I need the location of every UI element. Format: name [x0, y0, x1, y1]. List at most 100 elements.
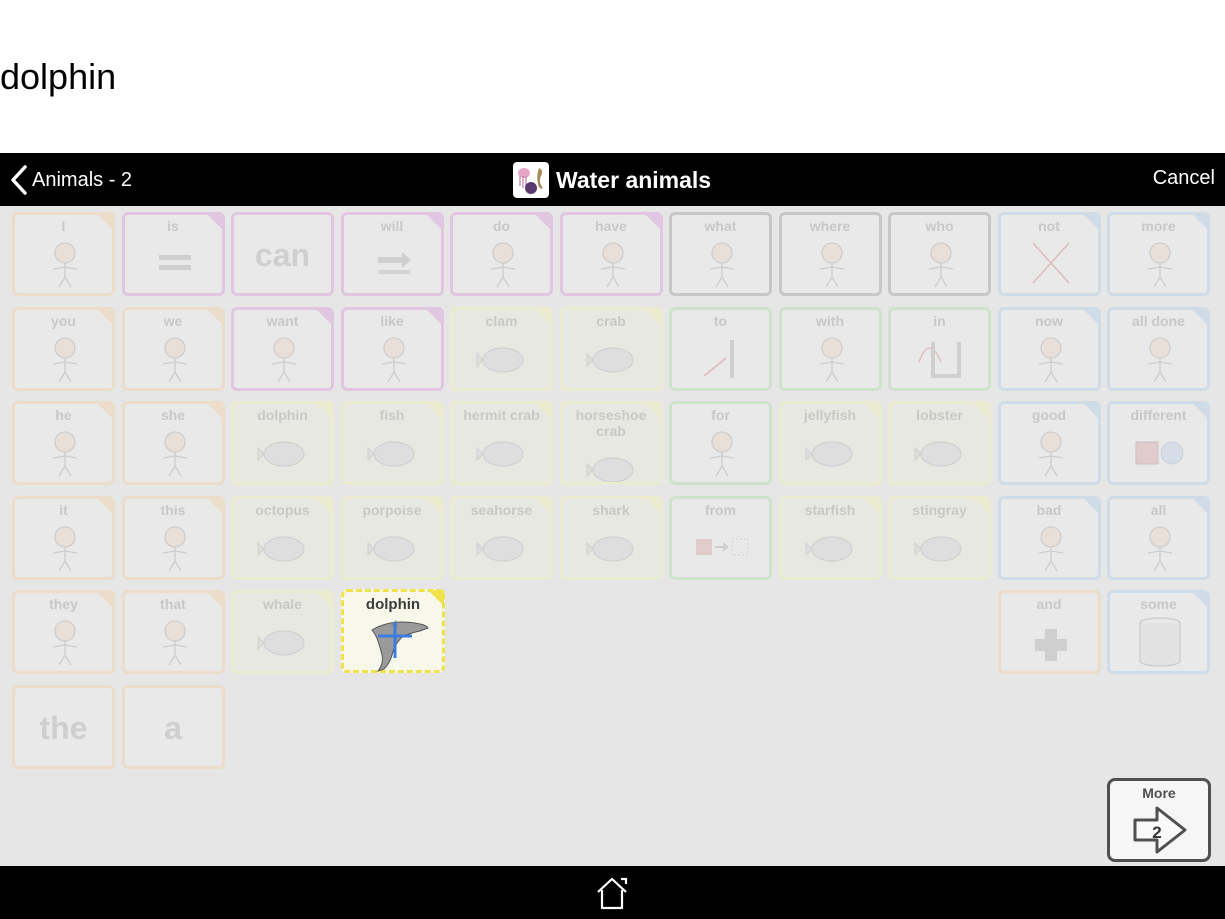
- equals-icon: [158, 255, 191, 270]
- tile-seahorse[interactable]: seahorse: [450, 495, 553, 580]
- tile-in[interactable]: in: [888, 306, 991, 391]
- tile-label: who: [925, 218, 954, 234]
- tile-octopus[interactable]: octopus: [231, 495, 334, 580]
- tile-will[interactable]: will: [340, 212, 444, 296]
- stingray-icon: [914, 535, 962, 562]
- tile-dolphin-selected[interactable]: dolphin: [341, 589, 445, 673]
- more-page-button[interactable]: More 2: [1107, 778, 1211, 862]
- person-thumbs-up-icon: [1038, 431, 1063, 477]
- hand-pointing-far-square-icon: [162, 620, 187, 666]
- tile-clam[interactable]: clam: [450, 306, 553, 391]
- tile-she[interactable]: she: [121, 401, 225, 485]
- cylinder-icon: [1139, 617, 1181, 667]
- tile-label: what: [704, 218, 737, 234]
- tile-with[interactable]: with: [778, 306, 882, 391]
- water-animals-folder-icon: [513, 162, 549, 198]
- tile-some[interactable]: some: [1107, 590, 1210, 674]
- tile-it[interactable]: it: [12, 495, 115, 580]
- message-bar[interactable]: dolphin: [0, 0, 1225, 153]
- page-title: Water animals: [513, 162, 711, 198]
- tile-label: it: [59, 501, 68, 518]
- person-looking-question-icon: [819, 242, 844, 288]
- tile-starfish[interactable]: starfish: [778, 495, 882, 580]
- dolphin-jumping-icon: [257, 441, 305, 467]
- tile-more[interactable]: more: [1107, 212, 1210, 296]
- tile-a[interactable]: a: [121, 684, 225, 769]
- tile-stingray[interactable]: stingray: [888, 495, 991, 580]
- tile-bad[interactable]: bad: [997, 495, 1101, 580]
- octopus-icon: [257, 535, 305, 562]
- tile-all[interactable]: all: [1107, 495, 1210, 580]
- tile-label: dolphin: [365, 596, 421, 613]
- tile-label: in: [933, 312, 946, 329]
- tile-they[interactable]: they: [12, 590, 115, 674]
- tile-label: fish: [379, 407, 405, 423]
- tile-label: porpoise: [362, 501, 422, 518]
- home-icon[interactable]: [593, 875, 631, 911]
- tile-label: he: [55, 407, 72, 423]
- person-hugging-icon: [381, 336, 406, 382]
- tile-hermit-crab[interactable]: hermit crab: [450, 401, 553, 485]
- tile-that[interactable]: that: [121, 590, 225, 674]
- arrow-right-icon: [377, 252, 411, 274]
- tile-shark[interactable]: shark: [559, 495, 663, 580]
- tile-label: you: [51, 312, 76, 329]
- tile-label: can: [254, 237, 311, 273]
- tile-label: now: [1035, 312, 1063, 329]
- tile-where[interactable]: where: [778, 212, 882, 296]
- tile-we[interactable]: we: [121, 306, 225, 391]
- tile-dolphin[interactable]: dolphin: [231, 401, 334, 485]
- for-tag-icon: [709, 431, 735, 477]
- tile-jellyfish[interactable]: jellyfish: [778, 401, 882, 485]
- tile-who[interactable]: who: [888, 212, 991, 296]
- tile-label: and: [1036, 596, 1062, 612]
- tile-what[interactable]: what: [669, 212, 772, 296]
- tile-not[interactable]: not: [997, 212, 1101, 296]
- tile-and[interactable]: and: [997, 590, 1101, 674]
- horseshoe-crab-icon: [586, 457, 634, 482]
- tile-good[interactable]: good: [997, 401, 1101, 485]
- tile-you[interactable]: you: [12, 306, 115, 391]
- person-pointing-self-icon: [52, 242, 78, 288]
- person-holding-icon: [600, 242, 625, 288]
- tile-i[interactable]: I: [12, 212, 115, 296]
- tile-label: have: [595, 218, 627, 234]
- more-squares-icon: [1147, 242, 1173, 288]
- tile-from[interactable]: from: [669, 495, 772, 580]
- tile-label: will: [380, 218, 404, 234]
- tile-horseshoe-crab[interactable]: horseshoe crab: [559, 401, 663, 485]
- tile-now[interactable]: now: [997, 306, 1101, 391]
- tile-whale[interactable]: whale: [231, 590, 334, 674]
- tile-label: with: [816, 312, 844, 329]
- tile-different[interactable]: different: [1107, 401, 1210, 485]
- tile-porpoise[interactable]: porpoise: [340, 495, 444, 580]
- tile-this[interactable]: this: [121, 495, 225, 580]
- tile-label: good: [1031, 407, 1067, 423]
- all-squares-circle-icon: [1147, 525, 1173, 571]
- tile-lobster[interactable]: lobster: [888, 401, 991, 485]
- tile-he[interactable]: he: [12, 401, 115, 485]
- jellyfish-icon: [805, 441, 853, 467]
- plus-icon: [1034, 629, 1067, 661]
- tile-label: where: [809, 218, 851, 234]
- tile-all-done[interactable]: all done: [1107, 306, 1210, 391]
- tile-label: hermit crab: [463, 407, 540, 423]
- tile-label: different: [1130, 407, 1187, 423]
- tile-can[interactable]: can: [231, 212, 334, 296]
- tile-do[interactable]: do: [450, 212, 553, 296]
- tile-for[interactable]: for: [669, 401, 772, 485]
- cancel-button[interactable]: Cancel: [1153, 167, 1215, 190]
- back-button[interactable]: Animals - 2: [8, 163, 132, 197]
- tile-label: is: [167, 218, 179, 234]
- tile-to[interactable]: to: [669, 306, 772, 391]
- arrow-to-line-icon: [703, 339, 734, 378]
- tile-like[interactable]: like: [340, 306, 444, 391]
- tile-is[interactable]: is: [121, 212, 225, 296]
- tile-crab[interactable]: crab: [559, 306, 663, 391]
- tile-have[interactable]: have: [559, 212, 663, 296]
- person-doing-icon: [490, 242, 516, 288]
- tile-the[interactable]: the: [12, 684, 115, 769]
- crab-icon: [586, 346, 634, 373]
- tile-want[interactable]: want: [231, 306, 334, 391]
- tile-fish[interactable]: fish: [340, 401, 444, 485]
